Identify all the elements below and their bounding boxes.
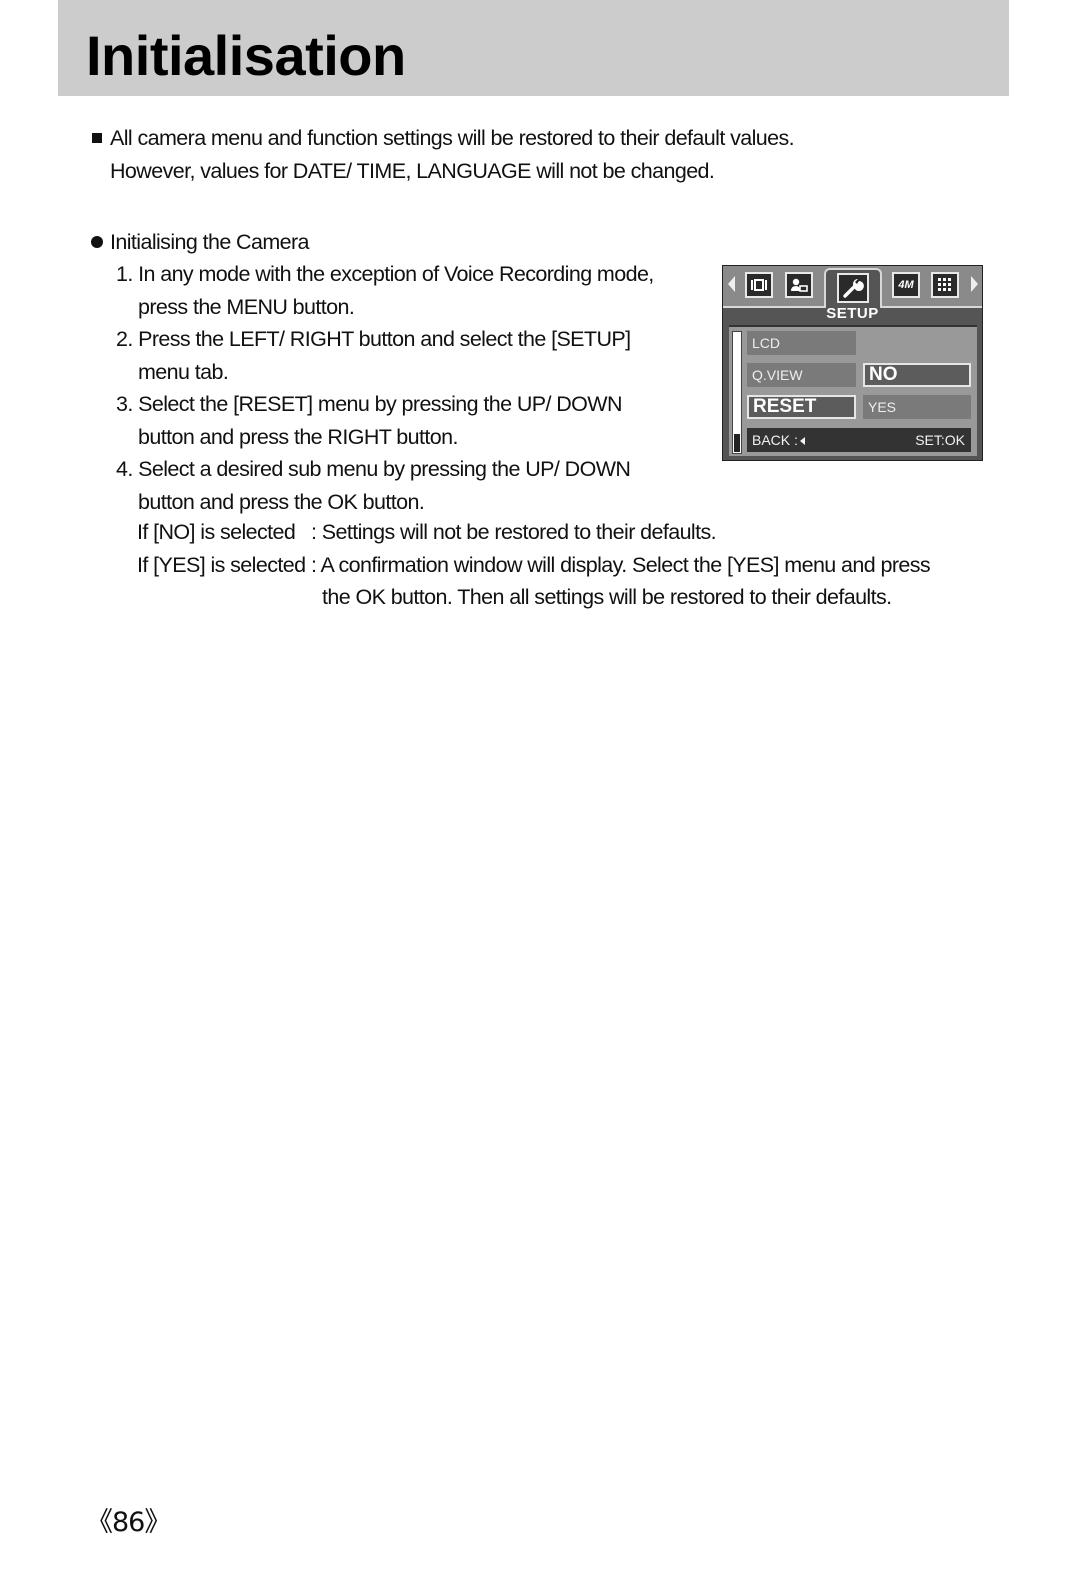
step-2-line-1: 2. Press the LEFT/ RIGHT button and sele…	[116, 327, 631, 351]
condition-yes-text: : A confirmation window will display. Se…	[311, 552, 931, 577]
step-2-line-2: menu tab.	[138, 359, 229, 384]
condition-no-text: : Settings will not be restored to their…	[311, 520, 717, 544]
set-hint: SET:OK	[915, 432, 965, 448]
wrench-icon	[837, 273, 869, 303]
person-settings-icon	[785, 272, 813, 298]
note-text-1: All camera menu and function settings wi…	[110, 126, 795, 150]
back-hint: BACK :	[752, 428, 805, 452]
square-bullet-icon	[92, 133, 102, 143]
display-mode-icon	[745, 272, 773, 298]
step-1-line-1: 1. In any mode with the exception of Voi…	[116, 262, 654, 286]
note-line-2: However, values for DATE/ TIME, LANGUAGE…	[110, 158, 715, 183]
left-arrow-icon	[799, 437, 805, 445]
active-tab-label: SETUP	[826, 305, 879, 322]
page-title: Initialisation	[86, 24, 406, 87]
condition-no-label: If [NO] is selected	[137, 520, 296, 544]
step-3-line-1: 3. Select the [RESET] menu by pressing t…	[116, 392, 623, 416]
camera-menu-panel: LCD Q.VIEW RESET NO YES BACK : SET:OK	[729, 325, 977, 456]
condition-yes-label: If [YES] is selected	[137, 552, 306, 577]
step-3-line-2: button and press the RIGHT button.	[138, 424, 458, 449]
condition-yes-continuation: the OK button. Then all settings will be…	[322, 585, 892, 609]
section-heading: Initialising the Camera	[91, 226, 310, 259]
condition-no: If [NO] is selected : Settings will not b…	[137, 516, 930, 549]
menu-item-reset: RESET	[747, 395, 856, 419]
camera-help-bar: BACK : SET:OK	[747, 428, 971, 452]
condition-yes: If [YES] is selected: A confirmation win…	[137, 549, 931, 582]
step-4-line-1: 4. Select a desired sub menu by pressing…	[116, 457, 631, 481]
resolution-icon: 4M	[892, 272, 920, 298]
sub-option-no: NO	[863, 363, 971, 387]
menu-item-qview: Q.VIEW	[747, 363, 856, 387]
intro-note: All camera menu and function settings wi…	[92, 122, 795, 187]
quality-grid-icon	[931, 272, 959, 298]
menu-scrollbar	[732, 331, 742, 454]
section-heading-text: Initialising the Camera	[110, 230, 310, 254]
step-4-line-2: button and press the OK button.	[138, 489, 425, 514]
tab-left-arrow-icon	[728, 276, 735, 292]
note-line-1: All camera menu and function settings wi…	[92, 122, 795, 155]
tab-setup-active	[824, 268, 882, 308]
sub-option-yes: YES	[863, 395, 971, 419]
page-number: 《86》	[86, 1507, 171, 1538]
tab-right-arrow-icon	[971, 276, 978, 292]
menu-scrollbar-thumb	[734, 434, 740, 452]
conditions-list: If [NO] is selected : Settings will not b…	[137, 516, 931, 614]
step-1-line-2: press the MENU button.	[138, 294, 355, 319]
camera-menu-screen: 4M SETUP LCD Q.VIEW RESET NO YES BACK : …	[722, 265, 983, 461]
back-hint-text: BACK :	[752, 432, 798, 448]
steps-list: 1. In any mode with the exception of Voi…	[116, 258, 654, 518]
round-bullet-icon	[91, 236, 103, 248]
page-header-band: Initialisation	[58, 0, 1009, 96]
menu-item-lcd: LCD	[747, 331, 856, 355]
camera-tab-bar: 4M	[723, 266, 982, 308]
